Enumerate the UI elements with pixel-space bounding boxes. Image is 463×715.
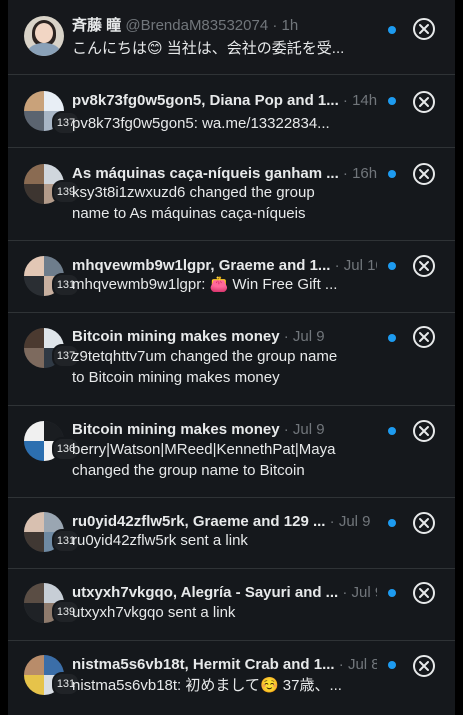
preview-line: z9tetqhttv7um changed the group name bbox=[72, 348, 338, 365]
close-icon bbox=[419, 261, 429, 271]
conversation-header: utxyxh7vkgqo, Alegría - Sayuri and ... ·… bbox=[72, 583, 377, 603]
conversation-time: Jul 10 bbox=[343, 257, 377, 274]
unread-dot bbox=[388, 589, 396, 597]
conversation-header: pv8k73fg0w5gon5, Diana Pop and 1... · 14… bbox=[72, 92, 377, 109]
unread-dot bbox=[388, 26, 396, 34]
preview-line: to Bitcoin mining makes money bbox=[72, 369, 280, 386]
conversation-header: As máquinas caça-níqueis ganham ... · 16… bbox=[72, 165, 377, 182]
conversation-preview: berry|Watson|MReed|KennethPat|Maya chang… bbox=[72, 439, 377, 481]
conversation-name: mhqvewmb9w1lgpr, Graeme and 1... bbox=[72, 257, 331, 274]
conversation-name: utxyxh7vkgqo, Alegría - Sayuri and ... bbox=[72, 584, 339, 601]
conversation-row[interactable]: 139 utxyxh7vkgqo, Alegría - Sayuri and .… bbox=[8, 569, 455, 641]
conversation-time: Jul 8 bbox=[347, 656, 377, 673]
preview-line: changed the group name to Bitcoin bbox=[72, 462, 305, 479]
conversation-name: ru0yid42zflw5rk, Graeme and 129 ... bbox=[72, 513, 326, 530]
unread-dot bbox=[388, 262, 396, 270]
conversation-preview: mhqvewmb9w1lgpr: 👛 Win Free Gift ... bbox=[72, 274, 377, 295]
conversation-name: Bitcoin mining makes money bbox=[72, 421, 280, 438]
close-button[interactable] bbox=[413, 163, 435, 185]
close-button[interactable] bbox=[413, 512, 435, 534]
conversation-row[interactable]: 137 pv8k73fg0w5gon5, Diana Pop and 1... … bbox=[8, 75, 455, 148]
conversation-name: 斉藤 瞳 bbox=[72, 17, 122, 34]
conversation-time: Jul 9 bbox=[351, 584, 377, 601]
preview-line: pv8k73fg0w5gon5: wa.me/13322834... bbox=[72, 115, 330, 132]
conversation-preview: nistma5s6vb18t: 初めまして☺️ 37歳、... bbox=[72, 675, 377, 696]
close-icon bbox=[419, 332, 429, 342]
close-button[interactable] bbox=[413, 420, 435, 442]
close-icon bbox=[419, 24, 429, 34]
conversation-row[interactable]: 131 mhqvewmb9w1lgpr, Graeme and 1... · J… bbox=[8, 241, 455, 313]
preview-line: berry|Watson|MReed|KennethPat|Maya bbox=[72, 441, 336, 458]
conversation-name: As máquinas caça-níqueis ganham ... bbox=[72, 165, 339, 182]
close-icon bbox=[419, 588, 429, 598]
conversation-preview: z9tetqhttv7um changed the group name to … bbox=[72, 346, 377, 388]
conversation-name: Bitcoin mining makes money bbox=[72, 328, 280, 345]
preview-line: nistma5s6vb18t: 初めまして☺️ 37歳、... bbox=[72, 677, 342, 694]
close-icon bbox=[419, 426, 429, 436]
conversation-time: 14h bbox=[352, 92, 377, 109]
preview-line: ru0yid42zflw5rk sent a link bbox=[72, 532, 248, 549]
conversation-time: Jul 9 bbox=[338, 513, 371, 530]
conversation-header: Bitcoin mining makes money · Jul 9 bbox=[72, 421, 325, 438]
conversation-header: nistma5s6vb18t, Hermit Crab and 1... · J… bbox=[72, 655, 377, 675]
conversation-name: nistma5s6vb18t, Hermit Crab and 1... bbox=[72, 656, 335, 673]
unread-dot bbox=[388, 170, 396, 178]
conversation-time: Jul 9 bbox=[292, 421, 325, 438]
preview-line: こんにちは😊 当社は、会社の委託を受... bbox=[72, 40, 345, 57]
conversation-header: mhqvewmb9w1lgpr, Graeme and 1... · Jul 1… bbox=[72, 256, 377, 276]
close-button[interactable] bbox=[413, 91, 435, 113]
conversation-row[interactable]: 斉藤 瞳 @BrendaM83532074 · 1h こんにちは😊 当社は、会社… bbox=[8, 0, 455, 75]
close-button[interactable] bbox=[413, 326, 435, 348]
message-list: 斉藤 瞳 @BrendaM83532074 · 1h こんにちは😊 当社は、会社… bbox=[8, 0, 455, 715]
preview-line: ksy3t8i1zwxuzd6 changed the group bbox=[72, 184, 315, 201]
unread-dot bbox=[388, 427, 396, 435]
unread-dot bbox=[388, 519, 396, 527]
close-icon bbox=[419, 661, 429, 671]
conversation-time: 1h bbox=[281, 17, 299, 34]
conversation-row[interactable]: 131 ru0yid42zflw5rk, Graeme and 129 ... … bbox=[8, 498, 455, 569]
avatar bbox=[24, 16, 64, 56]
conversation-time: 16h bbox=[352, 165, 377, 182]
preview-line: name to As máquinas caça-níqueis bbox=[72, 205, 306, 222]
close-icon bbox=[419, 518, 429, 528]
conversation-preview: こんにちは😊 当社は、会社の委託を受... bbox=[72, 38, 377, 59]
preview-line: utxyxh7vkgqo sent a link bbox=[72, 604, 236, 621]
close-button[interactable] bbox=[413, 255, 435, 277]
conversation-preview: ksy3t8i1zwxuzd6 changed the group name t… bbox=[72, 182, 377, 224]
conversation-preview: ru0yid42zflw5rk sent a link bbox=[72, 530, 377, 551]
close-button[interactable] bbox=[413, 655, 435, 677]
close-button[interactable] bbox=[413, 582, 435, 604]
unread-dot bbox=[388, 661, 396, 669]
conversation-row[interactable]: 136 Bitcoin mining makes money · Jul 9 b… bbox=[8, 406, 455, 498]
unread-dot bbox=[388, 334, 396, 342]
conversation-header: 斉藤 瞳 @BrendaM83532074 · 1h bbox=[72, 17, 299, 34]
conversation-row[interactable]: 139 As máquinas caça-níqueis ganham ... … bbox=[8, 148, 455, 241]
conversation-preview: utxyxh7vkgqo sent a link bbox=[72, 602, 377, 623]
conversation-preview: pv8k73fg0w5gon5: wa.me/13322834... bbox=[72, 113, 377, 134]
conversation-header: Bitcoin mining makes money · Jul 9 bbox=[72, 328, 325, 345]
conversation-time: Jul 9 bbox=[292, 328, 325, 345]
close-icon bbox=[419, 169, 429, 179]
preview-line: mhqvewmb9w1lgpr: 👛 Win Free Gift ... bbox=[72, 276, 338, 293]
conversation-header: ru0yid42zflw5rk, Graeme and 129 ... · Ju… bbox=[72, 513, 371, 530]
conversation-handle: @BrendaM83532074 bbox=[125, 17, 269, 34]
conversation-row[interactable]: 137 Bitcoin mining makes money · Jul 9 z… bbox=[8, 313, 455, 406]
close-button[interactable] bbox=[413, 18, 435, 40]
conversation-row[interactable]: 131 nistma5s6vb18t, Hermit Crab and 1...… bbox=[8, 641, 455, 715]
unread-dot bbox=[388, 97, 396, 105]
close-icon bbox=[419, 97, 429, 107]
dm-app: 斉藤 瞳 @BrendaM83532074 · 1h こんにちは😊 当社は、会社… bbox=[0, 0, 463, 715]
conversation-name: pv8k73fg0w5gon5, Diana Pop and 1... bbox=[72, 92, 339, 109]
